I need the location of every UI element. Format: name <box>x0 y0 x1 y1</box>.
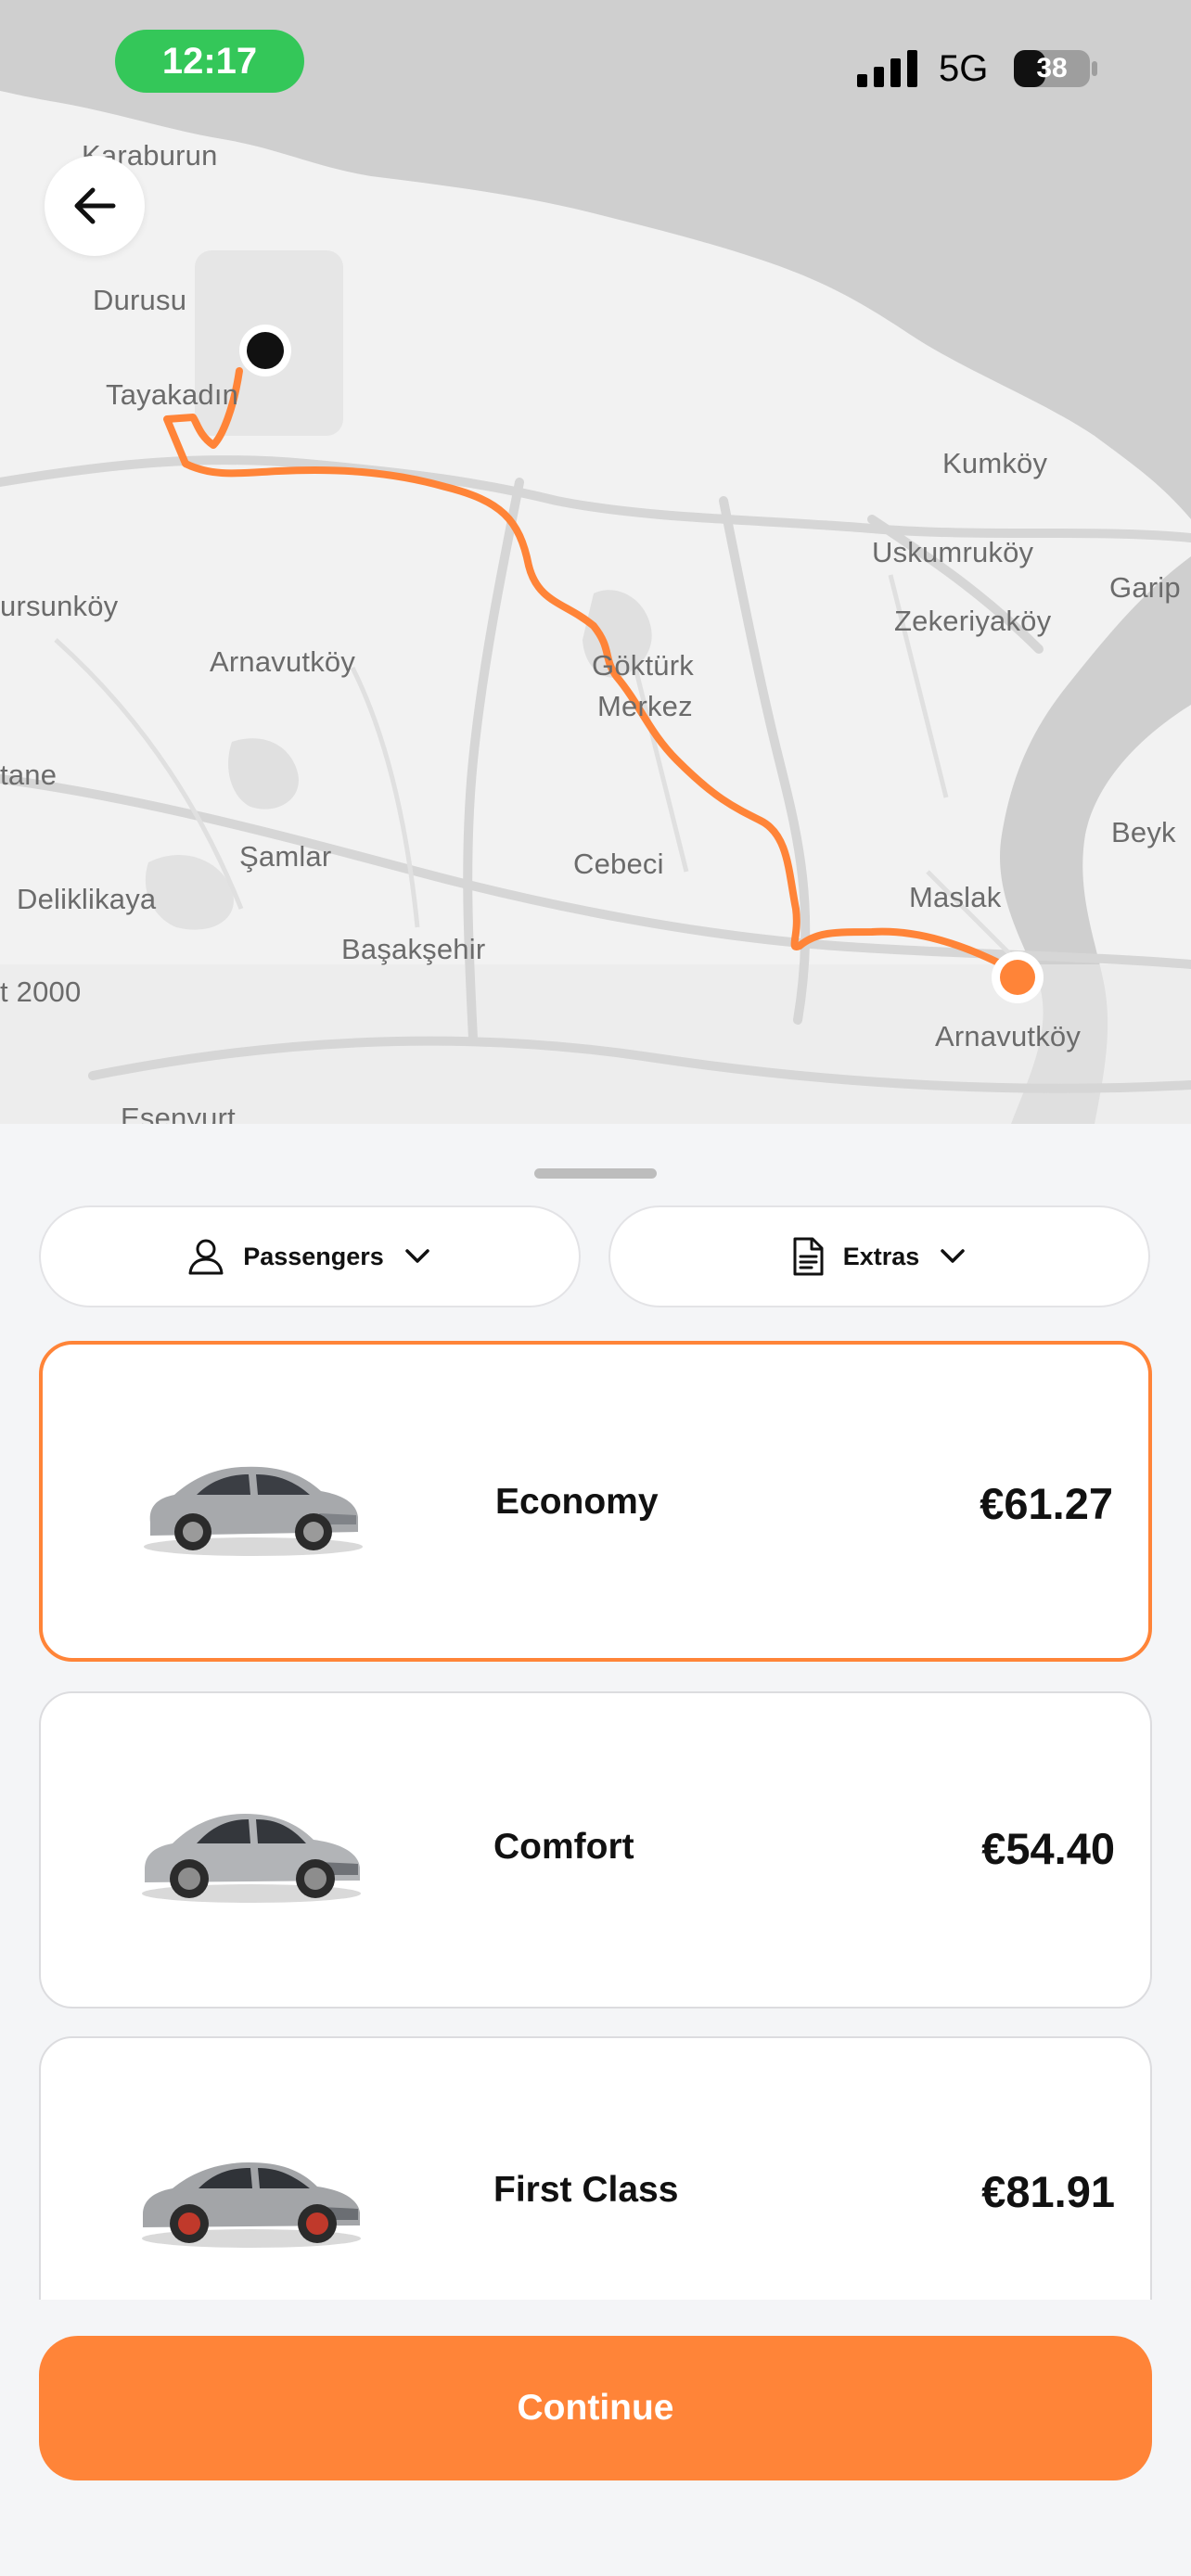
vehicle-class-name: First Class <box>493 2170 679 2210</box>
battery-icon: 38 <box>1013 48 1098 89</box>
document-icon <box>793 1237 824 1276</box>
cellular-signal-icon <box>857 50 917 87</box>
sheet-drag-handle[interactable] <box>534 1168 657 1179</box>
map-label: Beyk <box>1111 816 1176 848</box>
vehicle-price: €54.40 <box>981 1824 1115 1873</box>
map-label: Garip <box>1109 571 1181 604</box>
map-label: ursunköy <box>0 590 119 622</box>
vehicle-class-name: Comfort <box>493 1827 634 1867</box>
person-icon <box>188 1239 224 1275</box>
map-label: Zekeriyaköy <box>894 605 1052 637</box>
continue-button[interactable]: Continue <box>39 2336 1152 2480</box>
battery-level: 38 <box>1036 53 1068 83</box>
map-label: Başakşehir <box>341 933 486 965</box>
map-label: Uskumruköy <box>872 536 1034 568</box>
vehicle-option-economy[interactable]: Economy €61.27 <box>39 1341 1152 1662</box>
vehicle-price: €61.27 <box>980 1479 1113 1528</box>
route-map[interactable]: Karaburun Durusu Tayakadın Kumköy Uskumr… <box>0 0 1191 1124</box>
map-label: Cebeci <box>573 848 664 880</box>
economy-car-image <box>137 1443 369 1563</box>
chevron-down-icon <box>405 1249 429 1263</box>
map-label: Maslak <box>909 881 1002 913</box>
passengers-label: Passengers <box>243 1242 384 1270</box>
map-label: Şamlar <box>239 840 332 873</box>
map-label: Kumköy <box>942 447 1048 479</box>
passengers-dropdown[interactable]: Passengers <box>39 1205 581 1307</box>
status-bar: 12:17 5G 38 <box>0 0 1191 130</box>
map-label: Deliklikaya <box>17 883 157 915</box>
map-label: Arnavutköy <box>210 645 356 678</box>
map-label: Tayakadın <box>106 378 239 411</box>
map-label: Durusu <box>93 284 187 316</box>
map-label: Merkez <box>597 690 693 722</box>
status-time: 12:17 <box>115 30 304 93</box>
network-type: 5G <box>939 48 989 89</box>
map-label: tane <box>0 759 58 791</box>
first-class-car-image <box>135 2135 367 2255</box>
vehicle-class-name: Economy <box>495 1482 659 1522</box>
arrow-left-icon <box>74 187 116 224</box>
map-label: t 2000 <box>0 976 82 1008</box>
extras-dropdown[interactable]: Extras <box>608 1205 1150 1307</box>
chevron-down-icon <box>941 1249 966 1263</box>
comfort-car-image <box>135 1790 367 1910</box>
vehicle-option-first-class[interactable]: First Class €81.91 <box>39 2036 1152 2300</box>
back-button[interactable] <box>45 156 145 256</box>
vehicle-option-comfort[interactable]: Comfort €54.40 <box>39 1691 1152 2009</box>
map-label: Esenyurt <box>121 1102 236 1124</box>
map-label: Arnavutköy <box>935 1020 1082 1052</box>
vehicle-list-viewport: First Class €81.91 <box>0 2036 1191 2300</box>
extras-label: Extras <box>842 1242 920 1270</box>
vehicle-price: €81.91 <box>981 2167 1115 2216</box>
map-label: Göktürk <box>592 649 694 682</box>
